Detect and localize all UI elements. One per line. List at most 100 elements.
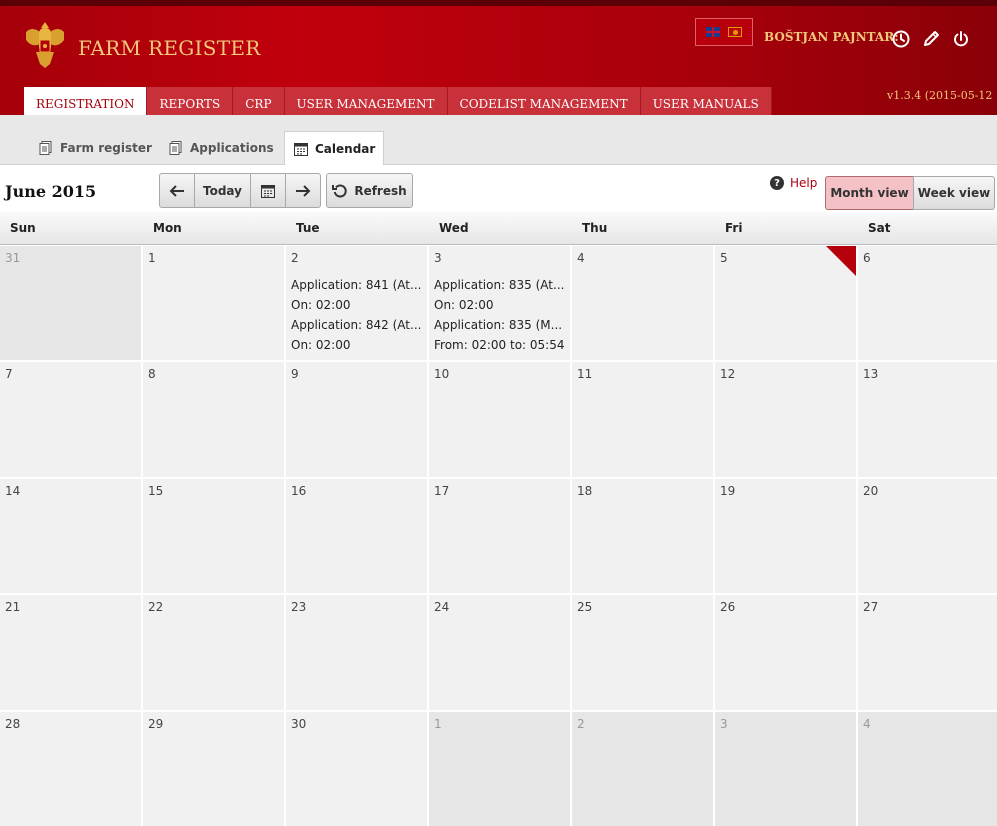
calendar-day-cell[interactable]: 30 <box>286 712 427 826</box>
calendar-icon <box>261 184 275 198</box>
calendar-day-cell[interactable]: 17 <box>429 479 570 593</box>
calendar-day-cell[interactable]: 1 <box>429 712 570 826</box>
today-button[interactable]: Today <box>194 173 251 208</box>
calendar-day-cell[interactable]: 2 <box>572 712 713 826</box>
day-number: 13 <box>863 367 879 381</box>
day-number: 4 <box>863 717 871 731</box>
calendar-day-cell[interactable]: 14 <box>0 479 141 593</box>
tab-applications[interactable]: Applications <box>160 132 282 164</box>
calendar-day-cell[interactable]: 15 <box>143 479 284 593</box>
calendar-day-cell[interactable]: 26 <box>715 595 856 710</box>
next-month-button[interactable] <box>285 173 321 208</box>
help-label: Help <box>790 176 818 190</box>
calendar-event[interactable]: Application: 835 (At... <box>434 275 566 295</box>
calendar-day-cell[interactable]: 10 <box>429 362 570 477</box>
calendar-event[interactable]: On: 02:00 <box>291 295 423 315</box>
day-number: 6 <box>863 251 871 265</box>
calendar-icon <box>294 142 308 156</box>
calendar-day-cell[interactable]: 3 Application: 835 (At... On: 02:00 Applica… <box>429 246 570 360</box>
day-number: 14 <box>5 484 21 498</box>
calendar-event[interactable]: Application: 835 (M... <box>434 315 566 335</box>
calendar-day-cell[interactable]: 12 <box>715 362 856 477</box>
calendar-day-cell[interactable]: 16 <box>286 479 427 593</box>
calendar-day-cell[interactable]: 19 <box>715 479 856 593</box>
weekday-label-thu: Thu <box>582 221 608 235</box>
help-icon: ? <box>770 176 784 190</box>
calendar-day-cell[interactable]: 21 <box>0 595 141 710</box>
day-number: 31 <box>5 251 21 265</box>
day-number: 11 <box>577 367 593 381</box>
calendar-day-cell[interactable]: 4 <box>572 246 713 360</box>
weekday-label-mon: Mon <box>153 221 182 235</box>
day-number: 22 <box>148 600 164 614</box>
today-marker-icon <box>826 246 856 276</box>
day-number: 29 <box>148 717 164 731</box>
calendar-day-cell[interactable]: 27 <box>858 595 997 710</box>
calendar-day-cell[interactable]: 5 <box>715 246 856 360</box>
calendar-event[interactable]: From: 02:00 to: 05:54 <box>434 335 566 355</box>
date-picker-button[interactable] <box>250 173 286 208</box>
montenegro-flag-icon[interactable] <box>728 27 742 37</box>
calendar-weekday-header: Sun Mon Tue Wed Thu Fri Sat <box>0 212 997 245</box>
calendar-day-cell[interactable]: 13 <box>858 362 997 477</box>
user-name: BOŠTJAN PAJNTAR: <box>764 30 899 44</box>
help-link[interactable]: ? Help <box>770 176 817 190</box>
day-number: 20 <box>863 484 879 498</box>
calendar-event[interactable]: Application: 842 (At... <box>291 315 423 335</box>
calendar-day-cell[interactable]: 29 <box>143 712 284 826</box>
calendar-grid: 31 1 2 Application: 841 (At... On: 02:00 Appl… <box>0 246 997 826</box>
calendar-event[interactable]: On: 02:00 <box>434 295 566 315</box>
day-number: 2 <box>577 717 585 731</box>
language-switcher[interactable] <box>695 18 753 46</box>
calendar-day-cell[interactable]: 6 <box>858 246 997 360</box>
power-icon[interactable] <box>952 30 970 48</box>
weekday-label-tue: Tue <box>296 221 320 235</box>
calendar-event[interactable]: On: 02:00 <box>291 335 423 355</box>
tab-calendar[interactable]: Calendar <box>284 131 385 165</box>
calendar-day-cell[interactable]: 4 <box>858 712 997 826</box>
day-number: 21 <box>5 600 21 614</box>
day-number: 3 <box>720 717 728 731</box>
calendar-day-cell[interactable]: 24 <box>429 595 570 710</box>
day-number: 10 <box>434 367 450 381</box>
calendar-day-cell[interactable]: 9 <box>286 362 427 477</box>
calendar-event[interactable]: Application: 841 (At... <box>291 275 423 295</box>
tab-label: Calendar <box>315 141 376 156</box>
version-label: v1.3.4 (2015-05-12 <box>887 89 993 102</box>
calendar-day-cell[interactable]: 20 <box>858 479 997 593</box>
calendar-day-cell[interactable]: 11 <box>572 362 713 477</box>
tab-farm-register[interactable]: Farm register <box>30 132 160 164</box>
calendar-day-cell[interactable]: 23 <box>286 595 427 710</box>
weekday-label-wed: Wed <box>439 221 469 235</box>
day-number: 7 <box>5 367 13 381</box>
calendar-day-cell[interactable]: 25 <box>572 595 713 710</box>
day-number: 5 <box>720 251 728 265</box>
week-view-button[interactable]: Week view <box>913 176 995 210</box>
calendar-day-cell[interactable]: 1 <box>143 246 284 360</box>
clock-icon[interactable] <box>892 30 910 48</box>
day-number: 15 <box>148 484 164 498</box>
previous-month-button[interactable] <box>159 173 195 208</box>
tab-label: Farm register <box>60 141 152 155</box>
weekday-label-sat: Sat <box>868 221 891 235</box>
calendar-day-cell[interactable]: 3 <box>715 712 856 826</box>
tab-label: Applications <box>190 141 274 155</box>
month-view-button[interactable]: Month view <box>825 176 914 210</box>
day-number: 28 <box>5 717 21 731</box>
calendar-day-cell[interactable]: 22 <box>143 595 284 710</box>
calendar-day-cell[interactable]: 28 <box>0 712 141 826</box>
refresh-button[interactable]: Refresh <box>326 173 413 208</box>
calendar-day-cell[interactable]: 2 Application: 841 (At... On: 02:00 Applica… <box>286 246 427 360</box>
app-title: FARM REGISTER <box>78 36 261 60</box>
calendar-day-cell[interactable]: 7 <box>0 362 141 477</box>
day-number: 18 <box>577 484 593 498</box>
uk-flag-icon[interactable] <box>706 27 720 37</box>
calendar-day-cell[interactable]: 18 <box>572 479 713 593</box>
day-number: 27 <box>863 600 879 614</box>
day-number: 8 <box>148 367 156 381</box>
coat-of-arms-icon[interactable] <box>22 18 68 72</box>
pencil-icon[interactable] <box>922 30 940 48</box>
calendar-day-cell[interactable]: 31 <box>0 246 141 360</box>
calendar-day-cell[interactable]: 8 <box>143 362 284 477</box>
day-number: 23 <box>291 600 307 614</box>
